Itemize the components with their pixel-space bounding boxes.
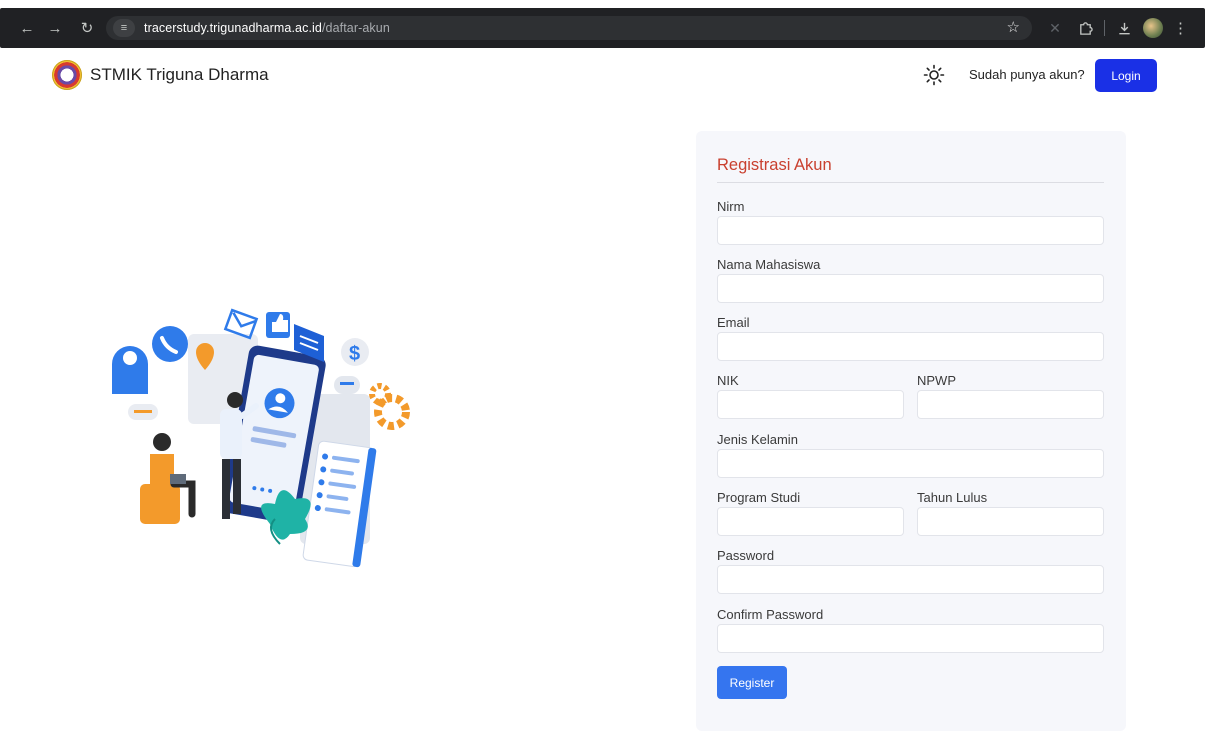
brand-name[interactable]: STMIK Triguna Dharma <box>90 65 269 85</box>
confirm-password-input[interactable] <box>717 624 1104 653</box>
sun-icon-graphic <box>923 64 945 86</box>
browser-toolbar: ← → ↻ ≡ tracerstudy.trigunadharma.ac.id/… <box>0 8 1205 48</box>
reload-icon[interactable]: ↻ <box>76 17 98 39</box>
title-divider <box>717 182 1104 183</box>
download-icon-graphic <box>1118 22 1130 34</box>
password-input[interactable] <box>717 565 1104 594</box>
program-studi-input[interactable] <box>717 507 904 536</box>
email-label: Email <box>717 315 750 330</box>
toolbar-separator <box>1104 20 1105 36</box>
site-header: STMIK Triguna Dharma Sudah punya akun? L… <box>0 48 1205 104</box>
nik-input[interactable] <box>717 390 904 419</box>
forward-arrow-icon[interactable]: → <box>44 17 66 39</box>
download-icon[interactable] <box>1113 17 1135 39</box>
jenis-kelamin-label: Jenis Kelamin <box>717 432 798 447</box>
tahun-lulus-label: Tahun Lulus <box>917 490 988 505</box>
registration-illustration: $ <box>100 294 420 574</box>
registration-card: Registrasi Akun Nirm Nama Mahasiswa Emai… <box>696 131 1126 731</box>
bookmark-star-icon[interactable]: ☆ <box>1007 18 1020 36</box>
program-studi-label: Program Studi <box>717 490 801 505</box>
url-host: tracerstudy.trigunadharma.ac.id <box>144 21 322 35</box>
password-label: Password <box>717 548 775 563</box>
jenis-kelamin-input[interactable] <box>717 449 1104 478</box>
illustration-graphic: $ <box>112 308 410 568</box>
nama-mahasiswa-label: Nama Mahasiswa <box>717 257 821 272</box>
have-account-text: Sudah punya akun? <box>969 67 1085 82</box>
svg-text:$: $ <box>349 343 360 365</box>
register-button[interactable]: Register <box>717 666 787 699</box>
stmik-logo[interactable] <box>52 60 82 90</box>
email-input[interactable] <box>717 332 1104 361</box>
url-path: /daftar-akun <box>321 21 390 35</box>
confirm-password-label: Confirm Password <box>717 607 824 622</box>
site-info-icon[interactable]: ≡ <box>113 19 135 37</box>
puzzle-icon-graphic <box>1079 21 1093 35</box>
npwp-label: NPWP <box>917 373 956 388</box>
form-title: Registrasi Akun <box>717 156 832 174</box>
address-bar[interactable]: ≡ tracerstudy.trigunadharma.ac.id/daftar… <box>106 16 1032 40</box>
puzzle-icon[interactable] <box>1074 17 1096 39</box>
extension-icon[interactable]: ✕ <box>1044 17 1066 39</box>
kebab-menu-icon[interactable]: ⋮ <box>1173 19 1188 37</box>
url-text[interactable]: tracerstudy.trigunadharma.ac.id/daftar-a… <box>144 21 390 35</box>
nirm-input[interactable] <box>717 216 1104 245</box>
nik-label: NIK <box>717 373 739 388</box>
tahun-lulus-input[interactable] <box>917 507 1104 536</box>
profile-avatar[interactable] <box>1143 18 1163 38</box>
login-button[interactable]: Login <box>1095 59 1157 92</box>
sun-icon[interactable] <box>922 63 946 87</box>
back-arrow-icon[interactable]: ← <box>16 17 38 39</box>
nirm-label: Nirm <box>717 199 745 214</box>
nama-mahasiswa-input[interactable] <box>717 274 1104 303</box>
npwp-input[interactable] <box>917 390 1104 419</box>
